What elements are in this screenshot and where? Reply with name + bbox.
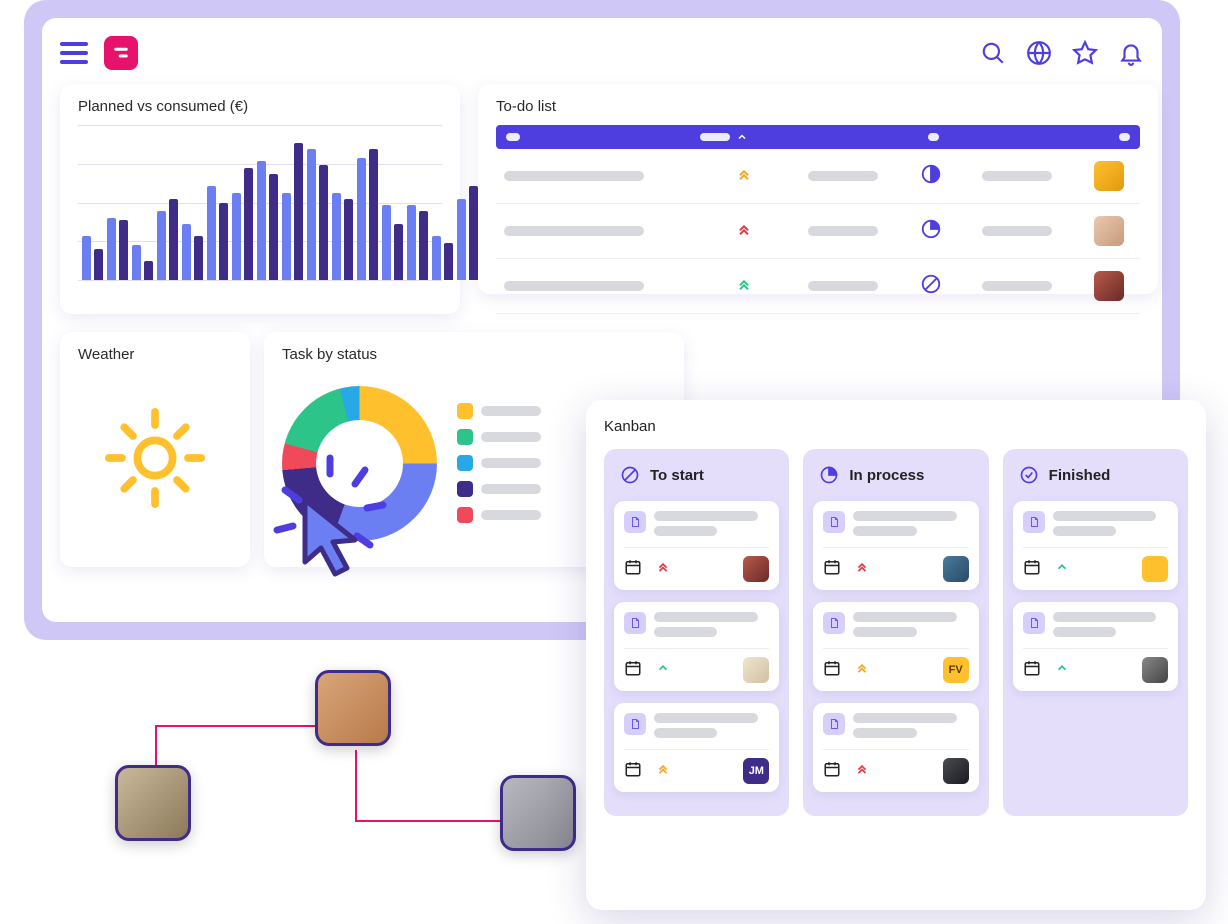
kanban-column-header: To start (614, 461, 779, 489)
app-logo[interactable] (104, 36, 138, 70)
legend-item[interactable] (457, 403, 541, 419)
kanban-card[interactable] (813, 703, 978, 792)
kanban-column[interactable]: To start JM (604, 449, 789, 816)
calendar-icon (1023, 659, 1041, 682)
sun-icon (100, 403, 210, 513)
table-row[interactable] (496, 259, 1140, 314)
priority-icon (736, 221, 796, 242)
bar-chart (78, 125, 442, 280)
avatar[interactable]: FV (943, 657, 969, 683)
priority-icon (855, 560, 869, 579)
search-icon[interactable] (980, 40, 1006, 66)
card-planned-vs-consumed[interactable]: Planned vs consumed (€) (60, 84, 460, 314)
legend-item[interactable] (457, 507, 541, 523)
avatar[interactable] (1142, 556, 1168, 582)
document-icon (1023, 612, 1045, 634)
avatar[interactable] (315, 670, 391, 746)
document-icon (624, 612, 646, 634)
calendar-icon (823, 760, 841, 783)
document-icon (624, 713, 646, 735)
legend-item[interactable] (457, 455, 541, 471)
avatar[interactable] (743, 556, 769, 582)
priority-icon (1055, 661, 1069, 680)
card-title: Planned vs consumed (€) (78, 98, 442, 115)
avatar[interactable]: JM (743, 758, 769, 784)
people-network (60, 650, 580, 910)
table-row[interactable] (496, 149, 1140, 204)
avatar[interactable] (500, 775, 576, 851)
avatar[interactable] (1094, 271, 1124, 301)
document-icon (624, 511, 646, 533)
status-icon (920, 273, 970, 300)
avatar[interactable] (1094, 216, 1124, 246)
card-title: Weather (78, 346, 232, 363)
avatar[interactable] (943, 758, 969, 784)
avatar[interactable] (115, 765, 191, 841)
kanban-card[interactable] (813, 501, 978, 590)
avatar[interactable] (743, 657, 769, 683)
status-icon (920, 163, 970, 190)
kanban-card[interactable] (1013, 602, 1178, 691)
kanban-column-header: Finished (1013, 461, 1178, 489)
topbar (60, 32, 1144, 74)
legend-item[interactable] (457, 481, 541, 497)
card-weather[interactable]: Weather (60, 332, 250, 567)
legend-item[interactable] (457, 429, 541, 445)
kanban-card[interactable] (614, 602, 779, 691)
kanban-column-header: In process (813, 461, 978, 489)
document-icon (823, 713, 845, 735)
priority-icon (855, 661, 869, 680)
document-icon (1023, 511, 1045, 533)
donut-chart[interactable] (282, 386, 437, 541)
calendar-icon (823, 558, 841, 581)
card-title: To-do list (496, 98, 1140, 115)
document-icon (823, 511, 845, 533)
status-icon (920, 218, 970, 245)
kanban-panel: Kanban To start JM In process FV Finished (586, 400, 1206, 910)
kanban-title: Kanban (604, 418, 1188, 435)
avatar[interactable] (943, 556, 969, 582)
avatar[interactable] (1094, 161, 1124, 191)
card-title: Task by status (282, 346, 666, 363)
priority-icon (855, 762, 869, 781)
chevron-up-icon[interactable] (736, 131, 748, 143)
kanban-card[interactable] (1013, 501, 1178, 590)
kanban-card[interactable] (614, 501, 779, 590)
calendar-icon (624, 760, 642, 783)
bell-icon[interactable] (1118, 40, 1144, 66)
kanban-card[interactable]: JM (614, 703, 779, 792)
calendar-icon (823, 659, 841, 682)
globe-icon[interactable] (1026, 40, 1052, 66)
priority-icon (656, 762, 670, 781)
kanban-column[interactable]: Finished (1003, 449, 1188, 816)
menu-icon[interactable] (60, 42, 88, 64)
document-icon (823, 612, 845, 634)
calendar-icon (624, 659, 642, 682)
kanban-column[interactable]: In process FV (803, 449, 988, 816)
priority-icon (736, 276, 796, 297)
card-todo-list[interactable]: To-do list (478, 84, 1158, 294)
table-row[interactable] (496, 204, 1140, 259)
priority-icon (736, 166, 796, 187)
priority-icon (1055, 560, 1069, 579)
priority-icon (656, 661, 670, 680)
todo-header[interactable] (496, 125, 1140, 149)
calendar-icon (624, 558, 642, 581)
avatar[interactable] (1142, 657, 1168, 683)
calendar-icon (1023, 558, 1041, 581)
priority-icon (656, 560, 670, 579)
kanban-card[interactable]: FV (813, 602, 978, 691)
donut-legend (457, 403, 541, 523)
star-icon[interactable] (1072, 40, 1098, 66)
